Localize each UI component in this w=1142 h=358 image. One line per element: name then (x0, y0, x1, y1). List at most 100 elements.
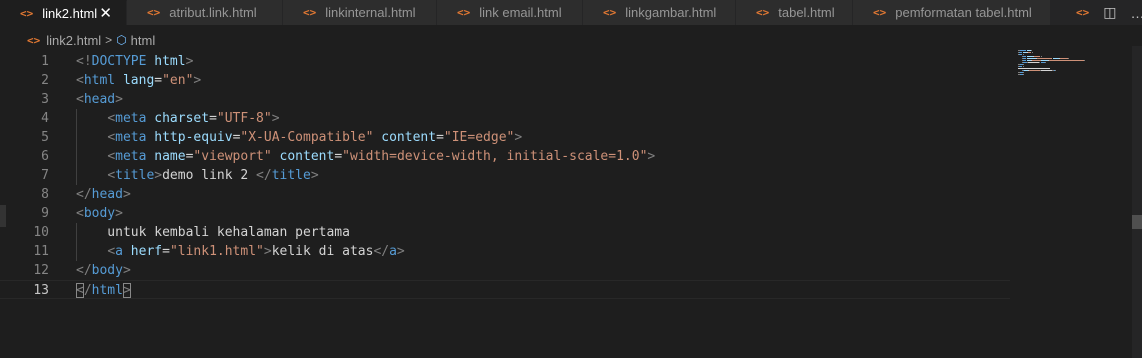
more-actions-icon[interactable]: … (1130, 5, 1142, 21)
minimap-line (1048, 60, 1084, 61)
token-punct: > (396, 244, 405, 259)
code-line[interactable]: 5 <meta http-equiv = "X-UA-Compatible" con… (0, 128, 1010, 147)
editor-actions: <> ◫ … (1062, 0, 1142, 25)
html-file-icon: <> (873, 6, 887, 19)
minimap-line (1022, 54, 1024, 55)
indent-guide (76, 109, 77, 185)
minimap-line (1060, 58, 1069, 59)
token-tag: body (83, 206, 116, 221)
token-punct: <! (76, 54, 92, 69)
token-tag: body (91, 263, 123, 278)
line-number: 1 (41, 54, 49, 69)
code-icon[interactable]: <> (1076, 6, 1089, 19)
code-line[interactable]: 13 </html> (0, 280, 1010, 299)
code-line[interactable]: 7 <title>demo link 2 </title> (0, 166, 1010, 185)
token-tag: meta (115, 130, 147, 145)
tab-label: link email.html (479, 5, 562, 20)
minimap-line (1054, 70, 1056, 71)
code-line[interactable]: 4 <meta charset="UTF-8"> (0, 109, 1010, 128)
token-txt: untuk kembali kehalaman pertama (76, 225, 350, 240)
tab-pemformatan-tabel-html[interactable]: <> pemformatan tabel.html (853, 0, 1051, 25)
line-number: 11 (33, 244, 49, 259)
html-file-icon: <> (147, 6, 161, 19)
token-punct: > (122, 187, 131, 202)
code-line[interactable]: 10 untuk kembali kehalaman pertama (0, 223, 1010, 242)
breadcrumb-file[interactable]: link2.html (46, 33, 101, 48)
token-punct: </ (76, 187, 92, 202)
token-tag: head (83, 92, 116, 107)
line-code: <meta charset="UTF-8"> (76, 109, 280, 128)
tab-linkgambar-html[interactable]: <> linkgambar.html (583, 0, 736, 25)
code-line[interactable]: 3 <head> (0, 90, 1010, 109)
tab-linkinternal-html[interactable]: <> linkinternal.html (283, 0, 437, 25)
token-attr: herf (130, 244, 163, 259)
tab-atribut-link-html[interactable]: <> atribut.link.html (127, 0, 283, 25)
token-txt: = (162, 244, 170, 259)
minimap-line (1023, 64, 1025, 65)
token-tag: DOCTYPE (91, 54, 147, 69)
token-punct: > (271, 111, 280, 126)
minimap-line (1022, 56, 1027, 57)
breadcrumb: <> link2.html > ⬡ html (0, 30, 155, 50)
minimap-line (1022, 66, 1024, 67)
token-txt: = (436, 130, 444, 145)
vertical-scrollbar[interactable] (1132, 46, 1142, 358)
token-punct: > (185, 54, 194, 69)
line-number: 13 (33, 283, 49, 298)
line-code: <a herf="link1.html">kelik di atas</a> (76, 242, 405, 261)
minimap-line (1018, 68, 1050, 69)
token-punct: > (115, 206, 123, 221)
close-icon[interactable]: ✕ (99, 4, 112, 22)
line-number: 9 (41, 206, 49, 221)
token-txt: = (154, 73, 163, 88)
tab-link-email-html[interactable]: <> link email.html (437, 0, 583, 25)
breadcrumb-symbol[interactable]: html (131, 33, 156, 48)
minimap-line (1068, 58, 1070, 59)
code-line[interactable]: 2 <html lang="en"> (0, 71, 1010, 90)
scrollbar-thumb[interactable] (1132, 215, 1142, 229)
code-line[interactable]: 11 <a herf="link1.html">kelik di atas</a… (0, 242, 1010, 261)
code-line[interactable]: 6 <meta name="viewport" content="width=d… (0, 147, 1010, 166)
minimap-line (1027, 62, 1039, 63)
chevron-right-icon: > (105, 33, 113, 47)
tab-label: linkgambar.html (625, 5, 717, 20)
minimap-line (1040, 70, 1053, 71)
tab-tabel-html[interactable]: <> tabel.html (736, 0, 853, 25)
minimap[interactable] (1012, 50, 1132, 90)
split-editor-icon[interactable]: ◫ (1103, 4, 1116, 21)
token-punct: < (76, 73, 84, 88)
minimap-line (1022, 58, 1027, 59)
minimap-line (1030, 50, 1032, 51)
token-str: "IE=edge" (443, 130, 515, 145)
code-line[interactable]: 12 </body> (0, 261, 1010, 280)
minimap-line (1031, 52, 1033, 53)
code-editor[interactable]: 1 <!DOCTYPE html> 2 <html lang="en"> 3 <head>… (0, 52, 1142, 358)
line-code: <!DOCTYPE html> (76, 52, 193, 71)
token-tag: title (115, 168, 155, 183)
tab-link2-html[interactable]: <> link2.html ✕ (0, 0, 127, 25)
minimap-line (1045, 62, 1046, 63)
token-tag: title (271, 168, 311, 183)
line-number: 10 (33, 225, 49, 240)
token-punct: < (107, 149, 116, 164)
token-tag: a (389, 244, 397, 259)
code-line[interactable]: 8 </head> (0, 185, 1010, 204)
line-code: <title>demo link 2 </title> (76, 166, 318, 185)
token-txt: = (209, 111, 217, 126)
token-attr: charset (154, 111, 210, 126)
code-line[interactable]: 9 <body> (0, 204, 1010, 223)
token-punct: > (154, 168, 163, 183)
html-file-icon: <> (303, 6, 317, 19)
token-bracket: > (122, 283, 131, 298)
token-txt: = (334, 149, 343, 164)
token-tag: html (83, 73, 116, 88)
line-code: <head> (76, 90, 123, 109)
token-punct: < (107, 168, 116, 183)
tab-label: pemformatan tabel.html (895, 5, 1032, 20)
code-line[interactable]: 1 <!DOCTYPE html> (0, 52, 1010, 71)
